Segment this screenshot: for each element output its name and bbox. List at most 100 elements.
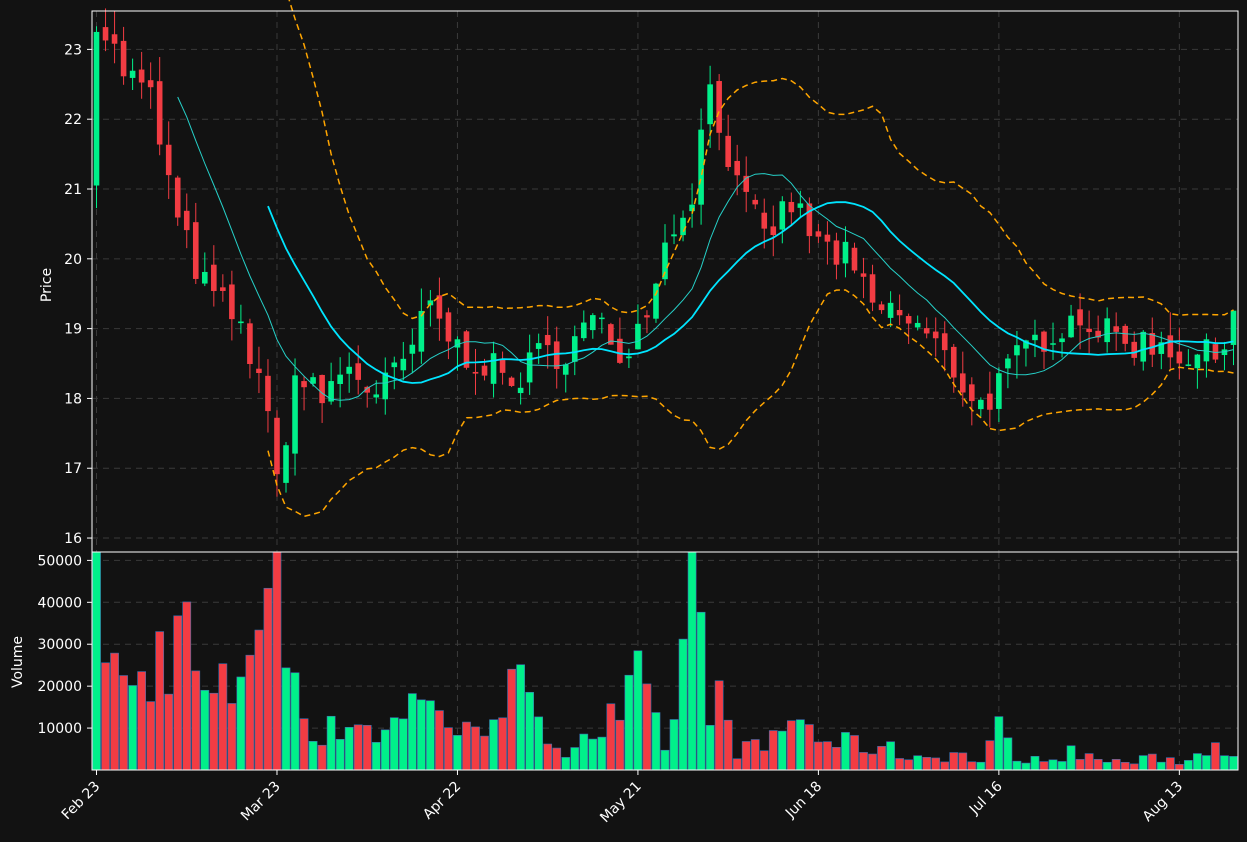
volume-bar: [552, 747, 562, 771]
price-tick-label: 16: [64, 531, 82, 547]
candle-body: [878, 304, 885, 311]
candle-body: [472, 371, 479, 374]
candle-body: [1140, 331, 1147, 362]
candle-body: [201, 271, 208, 284]
candle-body: [707, 84, 713, 125]
candle-body: [211, 264, 217, 292]
x-tick-label: Feb 23: [59, 779, 104, 824]
x-tick-label: Apr 22: [420, 779, 464, 823]
volume-bar: [1147, 753, 1157, 771]
volume-bar: [299, 718, 309, 771]
price-tick-label: 17: [64, 461, 82, 477]
candle-body: [950, 346, 957, 378]
volume-bar: [687, 551, 697, 771]
volume-bar: [1093, 759, 1103, 771]
volume-bar: [1138, 755, 1148, 771]
volume-tick-label: 10000: [37, 721, 82, 737]
candle-body: [553, 341, 560, 369]
volume-bar: [985, 740, 995, 771]
volume-bar: [994, 716, 1004, 771]
volume-bar: [326, 715, 336, 771]
volume-bar: [200, 689, 210, 771]
candle-body: [165, 144, 172, 176]
volume-bar: [1102, 761, 1112, 771]
candle-body: [824, 234, 831, 242]
candle-body: [382, 372, 389, 400]
bollinger-upper-line: [288, 0, 1234, 320]
volume-bar: [101, 662, 110, 771]
volume-bar: [868, 753, 877, 771]
volume-bar: [922, 757, 932, 771]
volume-bar: [958, 752, 968, 771]
volume-bar: [182, 601, 192, 771]
volume-bar: [218, 663, 228, 771]
candle-body: [544, 334, 551, 346]
volume-bar: [471, 726, 480, 771]
price-tick-label: 23: [64, 42, 82, 58]
volume-bar: [1156, 761, 1166, 771]
candle-body: [1086, 328, 1092, 333]
volume-bar: [1220, 755, 1229, 771]
candle-body: [698, 129, 704, 205]
volume-bar: [976, 761, 986, 771]
volume-bar: [904, 759, 913, 771]
volume-bar: [723, 719, 733, 771]
volume-bar: [1184, 760, 1193, 771]
volume-bar: [1021, 762, 1031, 771]
volume-bar: [832, 747, 841, 771]
volume-bar: [317, 744, 327, 771]
candle-body: [851, 247, 858, 271]
volume-bar: [1039, 761, 1049, 771]
candle-body: [1194, 354, 1201, 369]
volume-bar: [1193, 753, 1202, 771]
volume-bar: [426, 700, 435, 771]
volume-bar: [913, 755, 923, 771]
candle-body: [508, 377, 515, 386]
volume-bar: [498, 717, 507, 771]
candle-body: [490, 353, 497, 384]
volume-bar: [128, 685, 137, 771]
volume-bar: [940, 761, 950, 771]
volume-bar: [272, 551, 282, 771]
candle-body: [887, 302, 894, 318]
volume-bar: [624, 674, 634, 771]
volume-bar: [1066, 745, 1076, 771]
volume-bar: [570, 747, 580, 771]
candle-body: [770, 226, 777, 236]
candle-body: [373, 394, 380, 398]
candle-body: [725, 135, 731, 167]
candle-body: [1149, 333, 1156, 355]
candle-body: [174, 177, 181, 218]
volume-bar: [777, 730, 787, 771]
price-tick-label: 19: [64, 322, 82, 338]
volume-bar: [290, 672, 300, 771]
volume-bar: [1111, 759, 1121, 771]
candle-body: [716, 81, 722, 133]
candle-body: [283, 445, 289, 483]
x-tick-label: Jun 18: [782, 779, 825, 822]
volume-bar: [669, 719, 679, 771]
candle-body: [635, 323, 641, 350]
volume-bar: [435, 710, 444, 771]
volume-panel: 10000 20000 30000 40000 50000 Feb 23 Mar 23 Apr…: [37, 551, 1239, 826]
volume-bar: [741, 741, 751, 771]
volume-bar: [895, 758, 904, 771]
volume-bar: [1012, 760, 1022, 771]
volume-bar: [164, 693, 174, 771]
candle-body: [93, 31, 100, 186]
candle-body: [499, 359, 506, 373]
candle-body: [969, 384, 975, 402]
volume-bar: [967, 761, 977, 771]
candle-body: [120, 40, 127, 77]
candle-body: [797, 203, 804, 208]
candle-body: [932, 331, 939, 339]
x-tick-label: Jul 16: [966, 778, 1006, 818]
candle-body: [752, 199, 759, 205]
volume-bar: [579, 733, 589, 771]
volume-bar: [696, 611, 706, 771]
candle-body: [328, 381, 334, 402]
candle-body: [535, 343, 542, 349]
candle-body: [1113, 326, 1119, 332]
candle-body: [220, 287, 226, 291]
x-tick-label: Aug 13: [1140, 779, 1186, 825]
